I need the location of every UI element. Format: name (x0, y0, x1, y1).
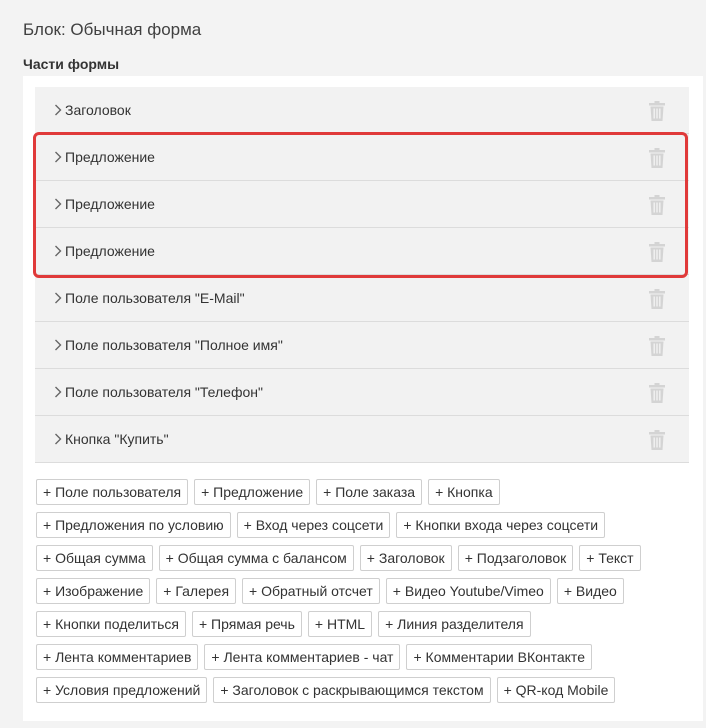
add-part-buttons: + Поле пользователя + Предложение + Поле… (36, 479, 676, 710)
form-part-label: Предложение (65, 196, 155, 212)
trash-icon[interactable] (649, 195, 665, 215)
add-buttons-row: + Общая сумма + Общая сумма с балансом +… (36, 545, 676, 571)
add-countdown-button[interactable]: + Обратный отсчет (242, 578, 380, 604)
add-quote-button[interactable]: + Прямая речь (191, 611, 302, 637)
add-buttons-row: + Поле пользователя + Предложение + Поле… (36, 479, 676, 505)
form-part-label: Предложение (65, 149, 155, 165)
chevron-right-icon[interactable] (53, 150, 63, 164)
add-heading-button[interactable]: + Заголовок (359, 545, 452, 571)
trash-icon[interactable] (649, 101, 665, 121)
chevron-right-icon[interactable] (53, 291, 63, 305)
add-button-button[interactable]: + Кнопка (428, 479, 500, 505)
add-html-button[interactable]: + HTML (307, 611, 373, 637)
form-parts-list: Заголовок Предложение Предложение Предло… (35, 87, 689, 463)
add-comments-chat-button[interactable]: + Лента комментариев - чат (204, 644, 401, 670)
add-text-button[interactable]: + Текст (579, 545, 641, 571)
add-buttons-row: + Условия предложений + Заголовок с раск… (36, 677, 676, 703)
form-part-item[interactable]: Поле пользователя "Полное имя" (35, 322, 689, 369)
add-conditional-offers-button[interactable]: + Предложения по условию (36, 512, 231, 538)
form-part-item[interactable]: Предложение (35, 228, 689, 275)
form-part-label: Поле пользователя "E-Mail" (65, 290, 245, 306)
add-subheading-button[interactable]: + Подзаголовок (457, 545, 574, 571)
form-part-label: Заголовок (65, 102, 131, 118)
form-part-item[interactable]: Предложение (35, 181, 689, 228)
add-buttons-row: + Изображение + Галерея + Обратный отсче… (36, 578, 676, 604)
add-buttons-row: + Предложения по условию + Вход через со… (36, 512, 676, 538)
add-order-field-button[interactable]: + Поле заказа (316, 479, 423, 505)
add-social-login-button[interactable]: + Вход через соцсети (236, 512, 391, 538)
add-expandable-heading-button[interactable]: + Заголовок с раскрывающимся текстом (213, 677, 491, 703)
chevron-right-icon[interactable] (53, 197, 63, 211)
add-total-sum-button[interactable]: + Общая сумма (36, 545, 153, 571)
trash-icon[interactable] (649, 430, 665, 450)
chevron-right-icon[interactable] (53, 338, 63, 352)
add-youtube-video-button[interactable]: + Видео Youtube/Vimeo (385, 578, 551, 604)
form-part-item[interactable]: Кнопка "Купить" (35, 416, 689, 463)
trash-icon[interactable] (649, 336, 665, 356)
add-offer-button[interactable]: + Предложение (194, 479, 311, 505)
trash-icon[interactable] (649, 242, 665, 262)
add-divider-button[interactable]: + Линия разделителя (378, 611, 531, 637)
add-user-field-button[interactable]: + Поле пользователя (36, 479, 189, 505)
trash-icon[interactable] (649, 148, 665, 168)
add-comments-feed-button[interactable]: + Лента комментариев (36, 644, 199, 670)
form-part-item[interactable]: Поле пользователя "Телефон" (35, 369, 689, 416)
chevron-right-icon[interactable] (53, 432, 63, 446)
add-buttons-row: + Кнопки поделиться + Прямая речь + HTML… (36, 611, 676, 637)
block-title: Блок: Обычная форма (23, 20, 202, 39)
add-vk-comments-button[interactable]: + Комментарии ВКонтакте (406, 644, 592, 670)
form-part-label: Поле пользователя "Полное имя" (65, 337, 283, 353)
add-total-with-balance-button[interactable]: + Общая сумма с балансом (158, 545, 354, 571)
chevron-right-icon[interactable] (53, 103, 63, 117)
add-share-buttons-button[interactable]: + Кнопки поделиться (36, 611, 186, 637)
form-part-label: Кнопка "Купить" (65, 431, 169, 447)
add-video-button[interactable]: + Видео (556, 578, 624, 604)
form-parts-panel: Заголовок Предложение Предложение Предло… (23, 76, 703, 721)
add-image-button[interactable]: + Изображение (36, 578, 151, 604)
trash-icon[interactable] (649, 383, 665, 403)
add-buttons-row: + Лента комментариев + Лента комментарие… (36, 644, 676, 670)
form-part-label: Поле пользователя "Телефон" (65, 384, 263, 400)
add-social-login-buttons-button[interactable]: + Кнопки входа через соцсети (396, 512, 606, 538)
trash-icon[interactable] (649, 289, 665, 309)
form-part-item[interactable]: Поле пользователя "E-Mail" (35, 275, 689, 322)
form-part-item[interactable]: Предложение (35, 134, 689, 181)
add-gallery-button[interactable]: + Галерея (156, 578, 237, 604)
form-part-label: Предложение (65, 243, 155, 259)
add-qr-code-button[interactable]: + QR-код Mobile (496, 677, 616, 703)
form-part-item[interactable]: Заголовок (35, 87, 689, 134)
chevron-right-icon[interactable] (53, 244, 63, 258)
chevron-right-icon[interactable] (53, 385, 63, 399)
add-offer-terms-button[interactable]: + Условия предложений (36, 677, 208, 703)
form-parts-heading: Части формы (23, 56, 120, 72)
